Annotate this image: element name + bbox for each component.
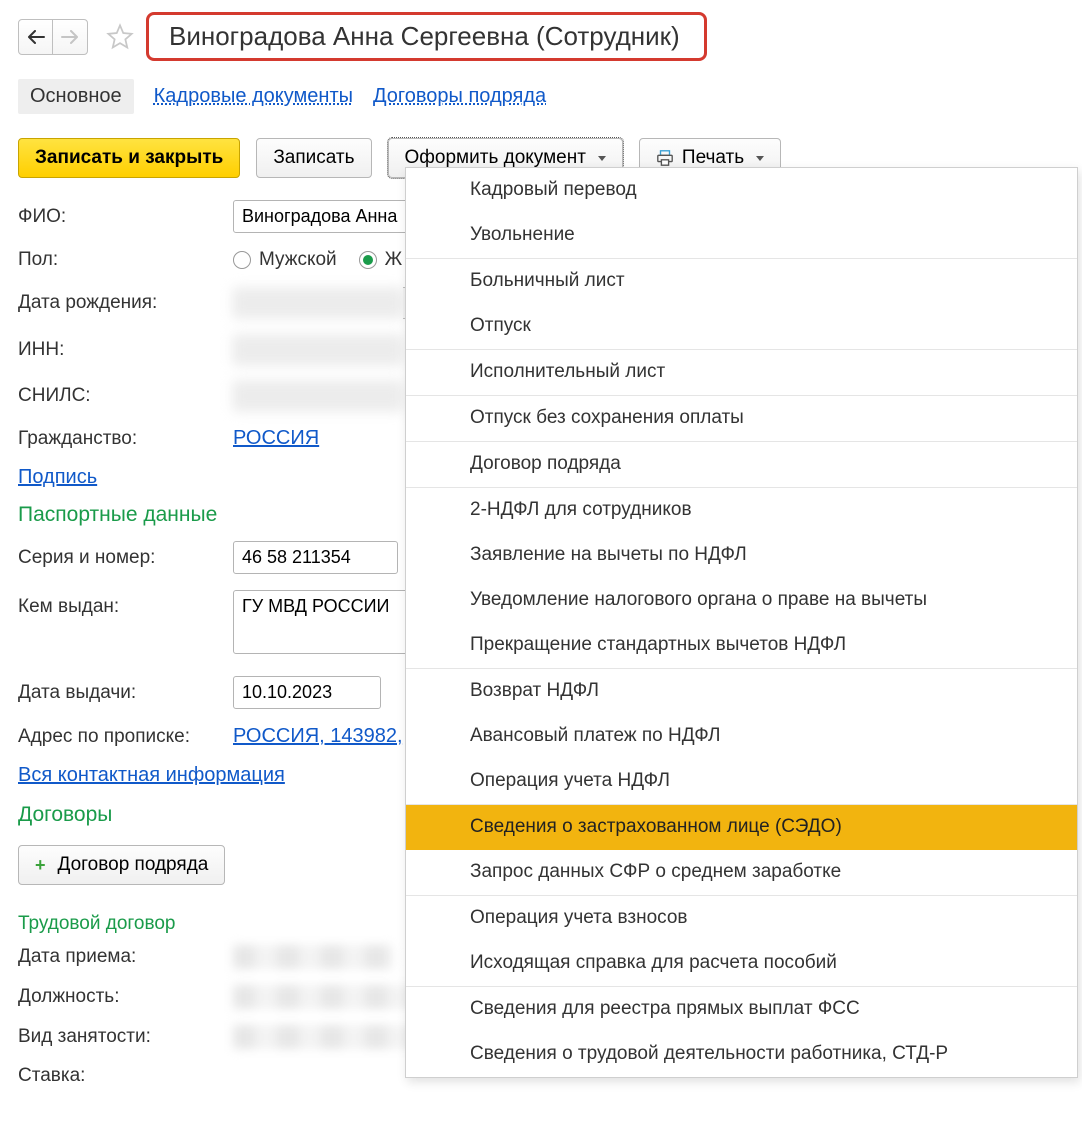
citizenship-label: Гражданство:	[18, 428, 233, 450]
dropdown-item[interactable]: Сведения для реестра прямых выплат ФСС	[406, 987, 1077, 1032]
page-title: Виноградова Анна Сергеевна (Сотрудник)	[169, 21, 680, 51]
snils-label: СНИЛС:	[18, 385, 233, 407]
dropdown-item[interactable]: Отпуск	[406, 304, 1077, 349]
rate-label: Ставка:	[18, 1065, 233, 1087]
gender-label: Пол:	[18, 249, 233, 271]
create-document-label: Оформить документ	[405, 147, 586, 169]
gender-female-label: Ж	[385, 249, 403, 271]
issue-date-label: Дата выдачи:	[18, 682, 233, 704]
add-contract-label: Договор подряда	[58, 854, 209, 876]
dropdown-item[interactable]: Увольнение	[406, 213, 1077, 258]
chevron-down-icon	[598, 156, 606, 161]
dropdown-item[interactable]: Сведения о трудовой деятельности работни…	[406, 1032, 1077, 1077]
dropdown-item[interactable]: Исполнительный лист	[406, 350, 1077, 395]
page-title-box: Виноградова Анна Сергеевна (Сотрудник)	[146, 12, 707, 61]
gender-male-radio[interactable]: Мужской	[233, 249, 337, 271]
plus-icon: +	[35, 855, 46, 876]
fio-input[interactable]	[233, 200, 408, 233]
dropdown-item[interactable]: Кадровый перевод	[406, 168, 1077, 213]
tab-hr-documents[interactable]: Кадровые документы	[154, 85, 353, 108]
save-and-close-button[interactable]: Записать и закрыть	[18, 138, 240, 178]
gender-female-radio[interactable]: Ж	[359, 249, 403, 271]
dropdown-item[interactable]: Исходящая справка для расчета пособий	[406, 941, 1077, 986]
save-button[interactable]: Записать	[256, 138, 371, 178]
fio-label: ФИО:	[18, 206, 233, 228]
dropdown-item[interactable]: Сведения о застрахованном лице (СЭДО)	[406, 805, 1077, 850]
dropdown-item[interactable]: Заявление на вычеты по НДФЛ	[406, 533, 1077, 578]
issued-by-label: Кем выдан:	[18, 590, 233, 618]
employment-type-label: Вид занятости:	[18, 1026, 233, 1048]
arrow-left-icon	[27, 30, 45, 44]
dropdown-item[interactable]: 2-НДФЛ для сотрудников	[406, 488, 1077, 533]
dropdown-item[interactable]: Операция учета взносов	[406, 896, 1077, 941]
dropdown-item[interactable]: Операция учета НДФЛ	[406, 759, 1077, 804]
gender-male-label: Мужской	[259, 249, 337, 271]
dropdown-item[interactable]: Авансовый платеж по НДФЛ	[406, 714, 1077, 759]
inn-input-blurred[interactable]	[233, 335, 403, 365]
snils-input-blurred[interactable]	[233, 381, 403, 411]
tab-main[interactable]: Основное	[18, 79, 134, 114]
dropdown-item[interactable]: Запрос данных СФР о среднем заработке	[406, 850, 1077, 895]
hire-date-label: Дата приема:	[18, 946, 233, 968]
position-blurred	[233, 985, 423, 1009]
passport-series-input[interactable]	[233, 541, 398, 574]
reg-address-label: Адрес по прописке:	[18, 726, 233, 748]
hire-date-blurred	[233, 945, 393, 969]
favorite-star-icon[interactable]	[106, 23, 134, 51]
signature-link[interactable]: Подпись	[18, 466, 97, 488]
radio-checked-icon	[359, 251, 377, 269]
position-label: Должность:	[18, 986, 233, 1008]
tab-contracts[interactable]: Договоры подряда	[373, 85, 546, 108]
dropdown-item[interactable]: Отпуск без сохранения оплаты	[406, 396, 1077, 441]
issued-by-textarea[interactable]	[233, 590, 408, 654]
dob-input-blurred[interactable]	[233, 288, 403, 318]
all-contacts-link[interactable]: Вся контактная информация	[18, 764, 285, 786]
arrow-right-icon	[61, 30, 79, 44]
radio-icon	[233, 251, 251, 269]
inn-label: ИНН:	[18, 339, 233, 361]
dropdown-item[interactable]: Договор подряда	[406, 442, 1077, 487]
dropdown-item[interactable]: Уведомление налогового органа о праве на…	[406, 578, 1077, 623]
employment-type-blurred	[233, 1025, 433, 1049]
dropdown-item[interactable]: Возврат НДФЛ	[406, 669, 1077, 714]
citizenship-link[interactable]: РОССИЯ	[233, 427, 319, 449]
print-label: Печать	[682, 147, 744, 169]
issue-date-input[interactable]	[233, 676, 381, 709]
create-document-dropdown-menu: Кадровый переводУвольнениеБольничный лис…	[405, 167, 1078, 1078]
dropdown-item[interactable]: Больничный лист	[406, 259, 1077, 304]
printer-icon	[656, 149, 674, 167]
nav-forward-button[interactable]	[53, 20, 87, 54]
dropdown-item[interactable]: Прекращение стандартных вычетов НДФЛ	[406, 623, 1077, 668]
add-contract-button[interactable]: + Договор подряда	[18, 845, 225, 885]
reg-address-link[interactable]: РОССИЯ, 143982,	[233, 725, 403, 747]
nav-back-button[interactable]	[19, 20, 53, 54]
dob-label: Дата рождения:	[18, 292, 233, 314]
chevron-down-icon	[756, 156, 764, 161]
passport-series-label: Серия и номер:	[18, 547, 233, 569]
